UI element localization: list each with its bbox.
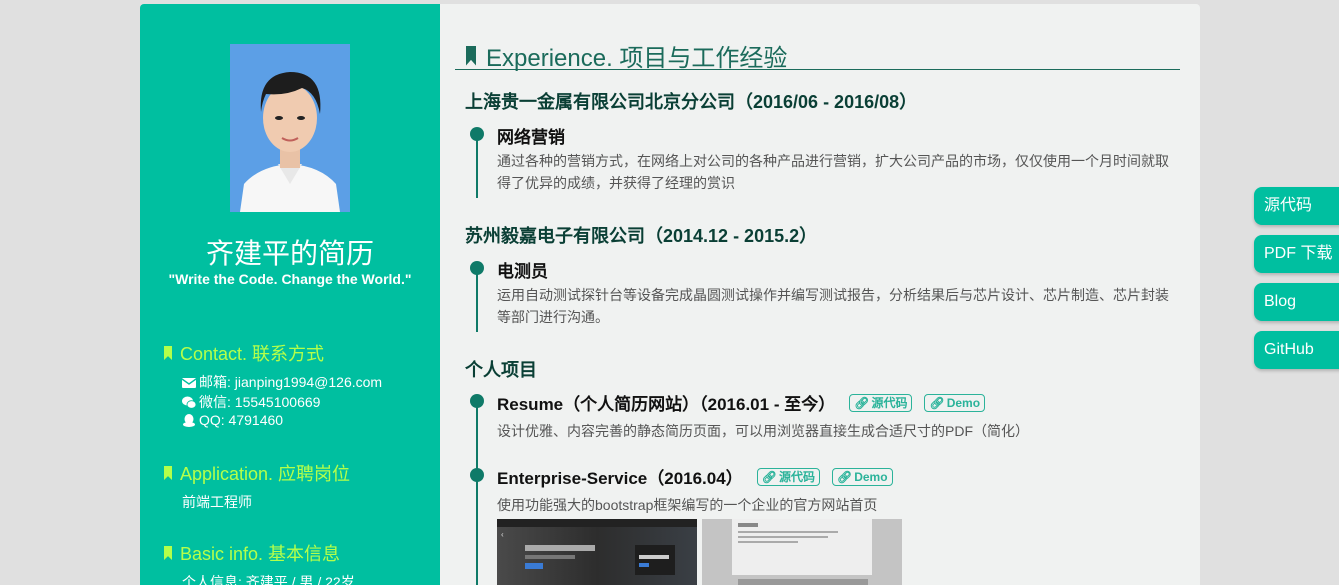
project-1-demo-link[interactable]: 🔗︎ Demo	[924, 393, 986, 412]
link-icon: 🔗︎	[854, 395, 870, 410]
demo-label: Demo	[854, 469, 888, 484]
svg-text:‹: ‹	[501, 530, 504, 539]
application-title-text: Application. 应聘岗位	[180, 464, 351, 484]
contact-qq: QQ: 4791460	[182, 412, 283, 428]
job-role-1: 网络营销	[497, 128, 565, 147]
link-icon: 🔗︎	[929, 395, 945, 410]
basic-title-text: Basic info. 基本信息	[180, 544, 341, 564]
project-1-source-link[interactable]: 🔗︎ 源代码	[849, 393, 913, 412]
source-label: 源代码	[871, 395, 908, 410]
source-label: 源代码	[778, 469, 815, 484]
project-2-header: Enterprise-Service（2016.04） 🔗︎ 源代码 🔗︎ Demo	[497, 464, 893, 489]
contact-wechat: 微信: 15545100669	[182, 392, 320, 412]
sidebar: 齐建平的简历 "Write the Code. Change the World…	[140, 4, 440, 585]
timeline-dot	[470, 261, 484, 275]
resume-card: 齐建平的简历 "Write the Code. Change the World…	[140, 4, 1200, 585]
project-2-demo-link[interactable]: 🔗︎ Demo	[831, 467, 893, 486]
qq-text: QQ: 4791460	[199, 412, 284, 428]
company-2: 苏州毅嘉电子有限公司（2014.12 - 2015.2）	[465, 226, 818, 246]
bookmark-icon	[164, 346, 172, 360]
profile-photo	[230, 44, 350, 212]
application-section-title: Application. 应聘岗位	[164, 460, 350, 486]
float-source-button[interactable]: 源代码	[1254, 187, 1339, 225]
link-icon: 🔗︎	[836, 469, 853, 484]
project-screenshot-2[interactable]	[702, 519, 902, 585]
application-position: 前端工程师	[182, 494, 252, 510]
float-blog-button[interactable]: Blog	[1254, 283, 1339, 321]
timeline-line	[476, 266, 478, 332]
timeline-dot	[470, 127, 484, 141]
project-2-desc: 使用功能强大的bootstrap框架编写的一个企业的官方网站首页	[497, 497, 878, 513]
contact-email: 邮箱: jianping1994@126.com	[182, 372, 382, 392]
project-2-links: 🔗︎ 源代码 🔗︎ Demo	[756, 467, 893, 486]
email-text: 邮箱: jianping1994@126.com	[199, 374, 383, 390]
basic-info-section-title: Basic info. 基本信息	[164, 540, 340, 566]
project-2-source-link[interactable]: 🔗︎ 源代码	[756, 467, 820, 486]
job-desc-1: 通过各种的营销方式，在网络上对公司的各种产品进行营销，扩大公司产品的市场，仅仅使…	[497, 153, 1169, 191]
project-1-title: Resume（个人简历网站）（2016.01 - 至今）	[497, 395, 836, 414]
experience-section-title: Experience. 项目与工作经验	[466, 38, 787, 73]
experience-title-text: Experience. 项目与工作经验	[486, 45, 788, 72]
qq-icon	[183, 413, 195, 427]
bookmark-icon	[466, 45, 476, 66]
link-icon: 🔗︎	[761, 469, 777, 484]
timeline-line	[476, 400, 478, 585]
job-desc-2: 运用自动测试探针台等设备完成晶圆测试操作并编写测试报告，分析结果后与芯片设计、芯…	[497, 287, 1169, 325]
projects-title: 个人项目	[465, 360, 537, 380]
bookmark-icon	[164, 546, 172, 560]
timeline-line	[476, 132, 478, 198]
project-screenshot-1[interactable]: ‹	[497, 519, 697, 585]
float-pdf-download-button[interactable]: PDF 下载	[1254, 235, 1339, 273]
timeline-dot	[470, 468, 484, 482]
project-1-links: 🔗︎ 源代码 🔗︎ Demo	[849, 393, 986, 412]
company-1: 上海贵一金属有限公司北京分公司（2016/06 - 2016/08）	[465, 92, 918, 112]
envelope-icon	[182, 377, 196, 388]
wechat-icon	[182, 396, 196, 409]
project-2-title: Enterprise-Service（2016.04）	[497, 469, 743, 488]
contact-title-text: Contact. 联系方式	[180, 344, 325, 364]
section-divider	[455, 69, 1180, 70]
wechat-text: 微信: 15545100669	[199, 394, 321, 410]
job-role-2: 电测员	[497, 262, 548, 281]
project-1-desc: 设计优雅、内容完善的静态简历页面，可以用浏览器直接生成合适尺寸的PDF（简化）	[497, 423, 1029, 439]
resume-owner-name: 齐建平的简历	[205, 238, 374, 269]
contact-section-title: Contact. 联系方式	[164, 340, 324, 366]
timeline-dot	[470, 394, 484, 408]
float-github-button[interactable]: GitHub	[1254, 331, 1339, 369]
basic-info-line: 个人信息: 齐建平 / 男 / 22岁	[182, 574, 355, 585]
project-1-header: Resume（个人简历网站）（2016.01 - 至今） 🔗︎ 源代码 🔗︎ Dem…	[497, 390, 986, 415]
bookmark-icon	[164, 466, 172, 480]
motto: "Write the Code. Change the World."	[168, 271, 412, 287]
main-content: Experience. 项目与工作经验 上海贵一金属有限公司北京分公司（2016…	[440, 4, 1200, 585]
demo-label: Demo	[946, 395, 981, 410]
